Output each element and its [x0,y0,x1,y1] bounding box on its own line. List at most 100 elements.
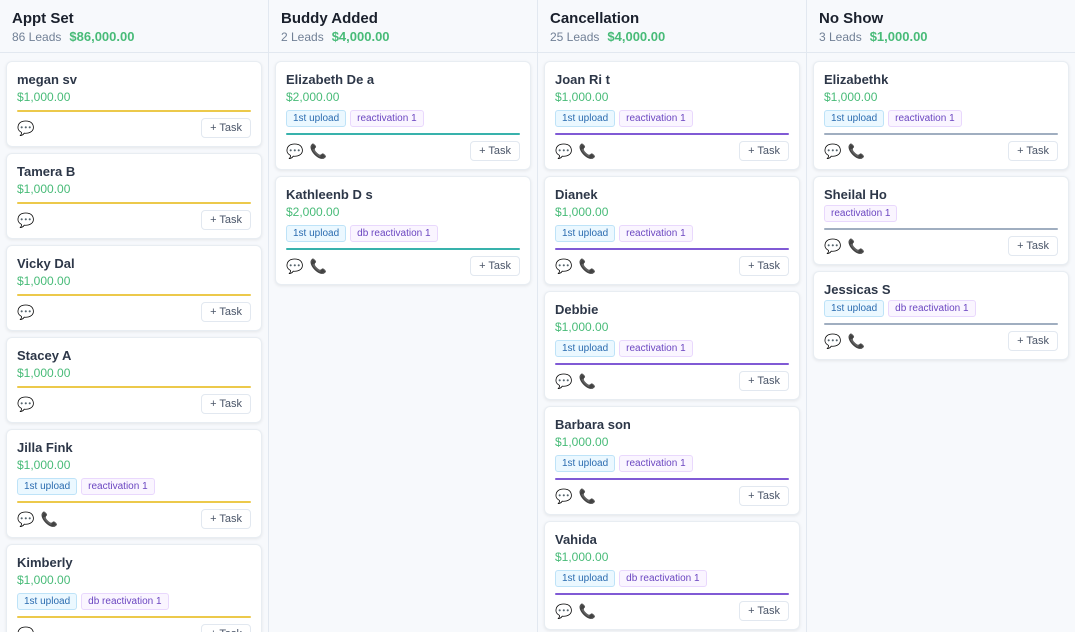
chat-icon[interactable]: 💬 [286,143,303,160]
col-leads-no-show: 3 Leads [819,30,862,44]
card: Debbie$1,000.001st uploadreactivation 1💬… [544,291,800,400]
card-amount: $1,000.00 [555,320,789,334]
card-name: Vahida [555,532,789,547]
card-name: Vicky Dal [17,256,251,271]
card-divider [555,478,789,480]
card-amount: $1,000.00 [17,458,251,472]
phone-icon[interactable]: 📞 [309,258,326,275]
col-title-cancellation: Cancellation [550,10,794,27]
card-icons: 💬📞 [286,143,327,160]
phone-icon[interactable]: 📞 [578,603,595,620]
card-icons: 💬📞 [824,238,865,255]
chat-icon[interactable]: 💬 [555,258,572,275]
card-icons: 💬📞 [555,258,596,275]
card-icons: 💬 [17,212,34,229]
add-task-button[interactable]: + Task [739,256,789,276]
phone-icon[interactable]: 📞 [578,258,595,275]
chat-icon[interactable]: 💬 [17,120,34,137]
card: megan sv$1,000.00💬+ Task [6,61,262,147]
card-name: Jessicas S [824,282,1058,297]
chat-icon[interactable]: 💬 [17,212,34,229]
tag: reactivation 1 [81,478,154,495]
card-amount: $1,000.00 [17,366,251,380]
chat-icon[interactable]: 💬 [555,373,572,390]
chat-icon[interactable]: 💬 [824,333,841,350]
phone-icon[interactable]: 📞 [847,238,864,255]
card: Jessicas S1st uploaddb reactivation 1💬📞+… [813,271,1069,360]
add-task-button[interactable]: + Task [201,624,251,632]
column-cancellation: Cancellation 25 Leads $4,000.00 Joan Ri t $1… [538,0,807,632]
add-task-button[interactable]: + Task [739,371,789,391]
card-divider [286,248,520,250]
card-name: Barbara son [555,417,789,432]
tag: db reactivation 1 [619,570,706,587]
add-task-button[interactable]: + Task [470,141,520,161]
col-header-appt-set: Appt Set86 Leads$86,000.00 [0,0,268,53]
card-divider [17,110,251,112]
card-footer: 💬 📞 + Task [555,486,789,506]
tag: db reactivation 1 [81,593,168,610]
card: Barbara son$1,000.001st uploadreactivati… [544,406,800,515]
card-tags: 1st uploadreactivation 1 [286,110,520,127]
column-buddy-added: Buddy Added2 Leads$4,000.00Elizabeth De … [269,0,538,632]
card-divider [17,386,251,388]
card-name: Tamera B [17,164,251,179]
chat-icon[interactable]: 💬 [824,143,841,160]
card: Elizabethk$1,000.001st uploadreactivatio… [813,61,1069,170]
chat-icon[interactable]: 💬 [17,304,34,321]
chat-icon[interactable]: 💬 [824,238,841,255]
card-footer: 💬📞+ Task [824,236,1058,256]
add-task-button[interactable]: + Task [201,302,251,322]
chat-icon[interactable]: 💬 [555,488,572,505]
chat-icon[interactable]: 💬 [17,511,34,528]
phone-icon[interactable]: 📞 [578,488,595,505]
add-task-button[interactable]: + Task [470,256,520,276]
card-footer: 💬 + Task [17,118,251,138]
phone-icon[interactable]: 📞 [847,143,864,160]
chat-icon[interactable]: 💬 [17,626,34,632]
card-footer: 💬📞+ Task [555,256,789,276]
tag: reactivation 1 [619,225,692,242]
chat-icon[interactable]: 💬 [555,603,572,620]
add-task-button[interactable]: + Task [1008,236,1058,256]
phone-icon[interactable]: 📞 [40,511,57,528]
phone-icon[interactable]: 📞 [309,143,326,160]
card-divider [17,501,251,503]
add-task-button[interactable]: + Task [739,141,789,161]
card-footer: 💬📞+ Task [824,331,1058,351]
chat-icon[interactable]: 💬 [17,396,34,413]
card-icons: 💬📞 [17,511,58,528]
card-tags: 1st uploadreactivation 1 [555,110,789,127]
card: Kathleenb D s$2,000.001st uploaddb react… [275,176,531,285]
card-amount: $1,000.00 [555,205,789,219]
card-footer: 💬 + Task [17,210,251,230]
add-task-button[interactable]: + Task [201,210,251,230]
add-task-button[interactable]: + Task [201,509,251,529]
add-task-button[interactable]: + Task [1008,141,1058,161]
tag: reactivation 1 [824,205,897,222]
card-name: Debbie [555,302,789,317]
col-leads-cancellation: 25 Leads [550,30,599,44]
card-footer: 💬 + Task [17,624,251,632]
card-footer: 💬📞+ Task [286,141,520,161]
phone-icon[interactable]: 📞 [578,143,595,160]
add-task-button[interactable]: + Task [201,118,251,138]
card-tags: 1st uploadreactivation 1 [555,225,789,242]
phone-icon[interactable]: 📞 [847,333,864,350]
add-task-button[interactable]: + Task [739,486,789,506]
add-task-button[interactable]: + Task [739,601,789,621]
col-amount-cancellation: $4,000.00 [607,29,665,44]
card-icons: 💬📞 [824,333,865,350]
card: Dianek$1,000.001st uploadreactivation 1💬… [544,176,800,285]
add-task-button[interactable]: + Task [1008,331,1058,351]
chat-icon[interactable]: 💬 [286,258,303,275]
chat-icon[interactable]: 💬 [555,143,572,160]
phone-icon[interactable]: 📞 [578,373,595,390]
card: Stacey A$1,000.00💬+ Task [6,337,262,423]
col-amount-appt-set: $86,000.00 [69,29,134,44]
card-name: Joan Ri t [555,72,789,87]
card-divider [824,228,1058,230]
add-task-button[interactable]: + Task [201,394,251,414]
card-icons: 💬 [17,396,34,413]
col-title-appt-set: Appt Set [12,10,256,27]
